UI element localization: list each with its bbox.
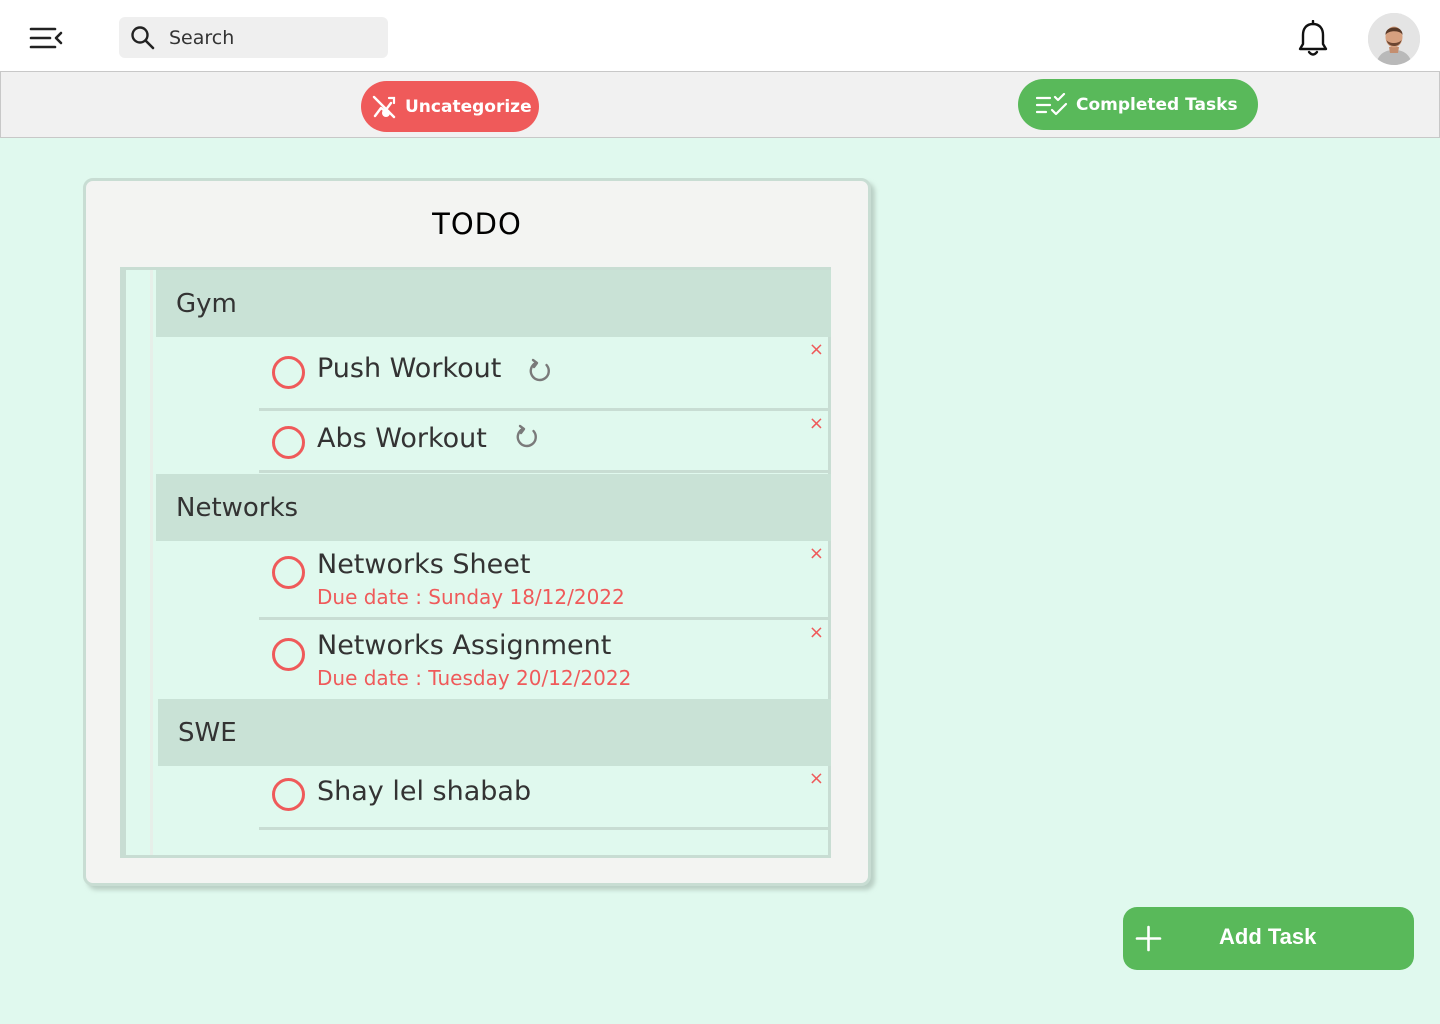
delete-task-icon[interactable]: × [809,624,824,642]
category-header-networks[interactable]: Networks [156,474,831,541]
task-title: Networks Sheet [317,549,531,580]
search-icon [131,26,155,50]
complete-checkbox[interactable] [272,778,305,811]
task-list[interactable]: Gym Push Workout × Abs Workout × Network… [120,267,831,858]
add-task-label: Add Task [1219,924,1317,949]
completed-tasks-button[interactable]: Completed Tasks [1018,79,1258,130]
uncategorize-icon [372,95,396,118]
task-item[interactable]: Push Workout × [259,337,831,411]
category-title: SWE [178,717,237,748]
delete-task-icon[interactable]: × [809,415,824,433]
category-title: Gym [176,288,237,319]
complete-checkbox[interactable] [272,638,305,671]
complete-checkbox[interactable] [272,556,305,589]
task-item[interactable]: Networks Sheet Due date : Sunday 18/12/2… [259,541,831,620]
uncategorize-button[interactable]: Uncategorize [361,81,539,132]
top-bar [0,0,1440,72]
delete-task-icon[interactable]: × [809,341,824,359]
todo-title: TODO [432,207,522,241]
todo-card: TODO Gym Push Workout × Abs Workout × Ne… [83,178,871,886]
notification-bell-icon[interactable] [1296,20,1330,58]
search-box[interactable] [119,17,388,58]
category-header-gym[interactable]: Gym [156,270,831,337]
checklist-icon [1036,92,1068,115]
task-title: Networks Assignment [317,630,612,661]
menu-collapse-icon[interactable] [28,24,64,52]
add-task-button[interactable]: Add Task [1123,907,1414,970]
task-item[interactable]: Networks Assignment Due date : Tuesday 2… [259,620,831,702]
plus-icon [1135,925,1162,952]
avatar[interactable] [1368,13,1420,65]
task-title: Push Workout [317,353,502,384]
complete-checkbox[interactable] [272,356,305,389]
task-item[interactable]: Abs Workout × [259,411,831,473]
list-gutter [126,270,153,855]
filter-bar: Uncategorize Completed Tasks [0,72,1440,138]
task-due-date: Due date : Sunday 18/12/2022 [317,585,625,609]
complete-checkbox[interactable] [272,426,305,459]
repeat-icon[interactable] [514,424,540,450]
delete-task-icon[interactable]: × [809,545,824,563]
uncategorize-label: Uncategorize [405,96,532,117]
user-avatar-icon [1368,13,1420,65]
category-title: Networks [176,492,299,523]
task-item[interactable]: Shay lel shabab × [259,766,831,830]
category-header-swe[interactable]: SWE [158,699,831,766]
task-title: Abs Workout [317,423,487,454]
task-title: Shay lel shabab [317,776,532,807]
repeat-icon[interactable] [527,358,553,384]
search-input[interactable] [169,25,374,51]
completed-tasks-label: Completed Tasks [1076,94,1238,115]
task-due-date: Due date : Tuesday 20/12/2022 [317,666,632,690]
delete-task-icon[interactable]: × [809,770,824,788]
